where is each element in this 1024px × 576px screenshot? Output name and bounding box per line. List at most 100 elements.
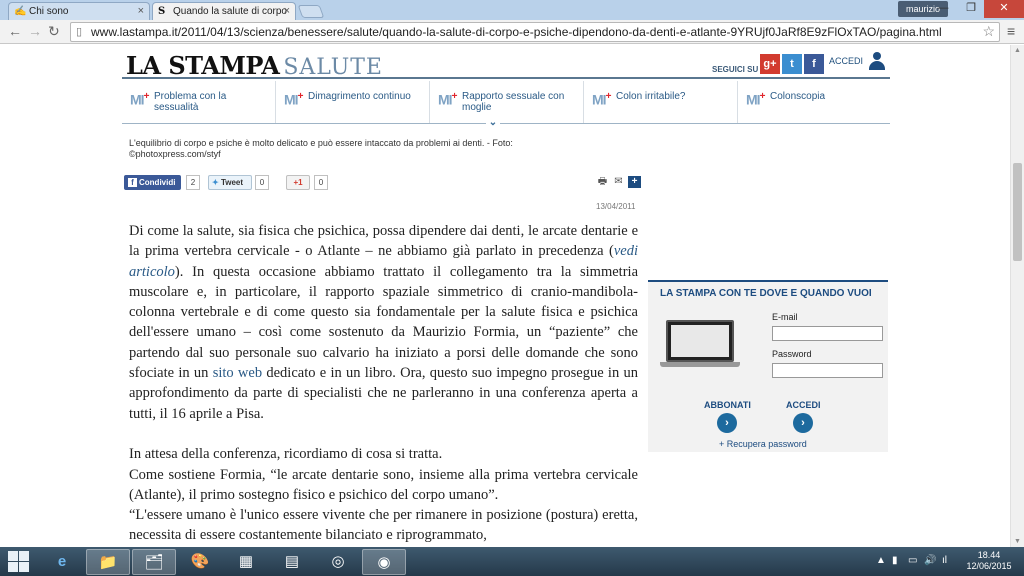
gplus-count: 0: [314, 175, 328, 190]
gplus-button[interactable]: +1: [286, 175, 310, 190]
topic-label: Colonscopia: [770, 91, 826, 102]
mi-badge-icon: MI+: [284, 91, 303, 108]
article-paragraph: “L'essere umano è l'unico essere vivente…: [129, 507, 638, 544]
article-paragraph: In attesa della conferenza, ricordiamo d…: [129, 446, 443, 463]
topic-label: Colon irritabile?: [616, 91, 686, 102]
internet-explorer-icon[interactable]: e: [40, 549, 84, 575]
devices-image: [660, 320, 740, 368]
back-arrow-icon[interactable]: ←: [8, 23, 22, 39]
mi-badge-icon: MI+: [592, 91, 611, 108]
facebook-share-button[interactable]: f Condividi: [124, 175, 181, 190]
forward-arrow-icon[interactable]: →: [28, 23, 42, 39]
login-label: ACCEDI: [786, 400, 821, 410]
close-tab-icon[interactable]: ×: [284, 5, 290, 17]
network-icon[interactable]: ▮: [892, 555, 898, 566]
article-paragraph: Come sostiene Formia, “le arcate dentari…: [129, 466, 638, 503]
topics-divider: [122, 123, 890, 124]
url-text: www.lastampa.it/2011/04/13/scienza/benes…: [91, 25, 942, 39]
subscribe-label: ABBONATI: [704, 400, 751, 410]
close-window-icon[interactable]: ✕: [984, 0, 1024, 18]
email-label: E-mail: [772, 312, 798, 322]
battery-icon[interactable]: ▭: [908, 555, 917, 566]
signal-icon[interactable]: ıl: [942, 555, 947, 566]
page-icon: ▯: [76, 26, 83, 38]
chevron-down-icon[interactable]: ⌄: [486, 117, 500, 129]
share-bar: f Condividi 2 ✦ Tweet 0 +1 0 🖶 ✉ +: [124, 175, 644, 191]
notepad-icon[interactable]: ▤: [270, 549, 314, 575]
facebook-icon[interactable]: f: [804, 54, 824, 74]
volume-icon[interactable]: 🔊: [924, 555, 936, 566]
file-explorer-window-icon[interactable]: 🗂: [132, 549, 176, 575]
mi-badge-icon: MI+: [438, 91, 457, 108]
subscribe-box: LA STAMPA CON TE DOVE E QUANDO VUOI E-ma…: [648, 280, 888, 452]
password-field[interactable]: [772, 363, 883, 378]
photo-caption: L'equilibrio di corpo e psiche è molto d…: [129, 138, 513, 159]
lastampa-s-icon: S: [158, 6, 166, 17]
scroll-up-icon[interactable]: ▲: [1014, 47, 1021, 54]
file-explorer-icon[interactable]: 📁: [86, 549, 130, 575]
twitter-icon[interactable]: t: [782, 54, 802, 74]
article-date: 13/04/2011: [596, 202, 636, 211]
scroll-down-icon[interactable]: ▼: [1014, 538, 1021, 545]
googleplus-icon[interactable]: g+: [760, 54, 780, 74]
email-field[interactable]: [772, 326, 883, 341]
tweet-count: 0: [255, 175, 269, 190]
logo-main: LA STAMPA: [126, 51, 280, 80]
subscribe-button[interactable]: ›: [717, 413, 737, 433]
mi-badge-icon: MI+: [746, 91, 765, 108]
follow-label: SEGUICI SU: [712, 65, 759, 74]
topic-label: Problema con la sessualità: [154, 91, 227, 113]
print-icon[interactable]: 🖶: [596, 176, 609, 188]
windows-start-icon[interactable]: [8, 551, 30, 573]
system-clock[interactable]: 18.44 12/06/2015: [966, 550, 1012, 572]
password-label: Password: [772, 349, 812, 359]
topic-item[interactable]: MI+ Problema con la sessualità: [122, 81, 276, 123]
tweet-button[interactable]: ✦ Tweet: [208, 175, 252, 190]
clock-date: 12/06/2015: [966, 561, 1012, 571]
menu-icon[interactable]: ≡: [1007, 23, 1015, 39]
topic-label: Rapporto sessuale con moglie: [462, 91, 565, 113]
chrome-icon[interactable]: ◉: [362, 549, 406, 575]
tray-arrow-icon[interactable]: ▲: [876, 555, 886, 566]
topic-label: Dimagrimento continuo: [308, 91, 411, 102]
tab-label: Quando la salute di corpo: [173, 6, 287, 17]
media-player-icon[interactable]: ◎: [316, 549, 360, 575]
login-link[interactable]: ACCEDI: [829, 56, 863, 66]
header-divider: [122, 77, 890, 79]
tab-label: Chi sono: [29, 6, 69, 17]
article-body: Di come la salute, sia fisica che psichi…: [129, 221, 638, 546]
scrollbar-thumb[interactable]: [1013, 163, 1022, 261]
bookmark-star-icon[interactable]: ☆: [982, 23, 995, 40]
topics-bar: MI+ Problema con la sessualità MI+ Dimag…: [122, 81, 890, 123]
close-tab-icon[interactable]: ×: [138, 5, 144, 17]
tab-chi-sono[interactable]: ✍ Chi sono ×: [8, 2, 150, 20]
toolbar: ← → ↻ ▯ www.lastampa.it/2011/04/13/scien…: [0, 20, 1024, 44]
article-paragraph: Di come la salute, sia fisica che psichi…: [129, 223, 638, 422]
topic-item[interactable]: MI+ Colonscopia: [738, 81, 892, 123]
paint-icon[interactable]: 🎨: [178, 549, 222, 575]
tab-lastampa[interactable]: S Quando la salute di corpo ×: [152, 2, 296, 20]
topic-item[interactable]: MI+ Dimagrimento continuo: [276, 81, 430, 123]
calculator-icon[interactable]: ▦: [224, 549, 268, 575]
facebook-icon: f: [128, 178, 137, 187]
email-icon[interactable]: ✉: [612, 176, 625, 188]
minimize-icon[interactable]: —: [930, 0, 956, 18]
vertical-scrollbar[interactable]: ▲ ▼: [1010, 45, 1024, 547]
login-button[interactable]: ›: [793, 413, 813, 433]
user-icon[interactable]: [869, 52, 885, 72]
address-bar[interactable]: ▯ www.lastampa.it/2011/04/13/scienza/ben…: [70, 22, 1000, 42]
taskbar: e 📁 🗂 🎨 ▦ ▤ ◎ ◉ ▲ ▮ ▭ 🔊 ıl 18.44 12/06/2…: [0, 547, 1024, 576]
mi-badge-icon: MI+: [130, 91, 149, 108]
new-tab-button[interactable]: [297, 5, 325, 18]
reload-icon[interactable]: ↻: [48, 23, 60, 40]
subscribe-box-title: LA STAMPA CON TE DOVE E QUANDO VUOI: [660, 288, 872, 299]
topic-item[interactable]: MI+ Rapporto sessuale con moglie: [430, 81, 584, 123]
plus-icon[interactable]: +: [628, 176, 641, 188]
web-page: LA STAMPA SALUTE SEGUICI SU g+ t f ACCEDI…: [0, 45, 1024, 547]
sito-web-link[interactable]: sito web: [213, 365, 262, 381]
maximize-icon[interactable]: ❐: [958, 0, 984, 18]
recover-password-link[interactable]: + Recupera password: [719, 439, 807, 449]
topic-item[interactable]: MI+ Colon irritabile?: [584, 81, 738, 123]
twitter-bird-icon: ✦: [212, 178, 219, 187]
site-logo[interactable]: LA STAMPA SALUTE: [126, 51, 383, 80]
